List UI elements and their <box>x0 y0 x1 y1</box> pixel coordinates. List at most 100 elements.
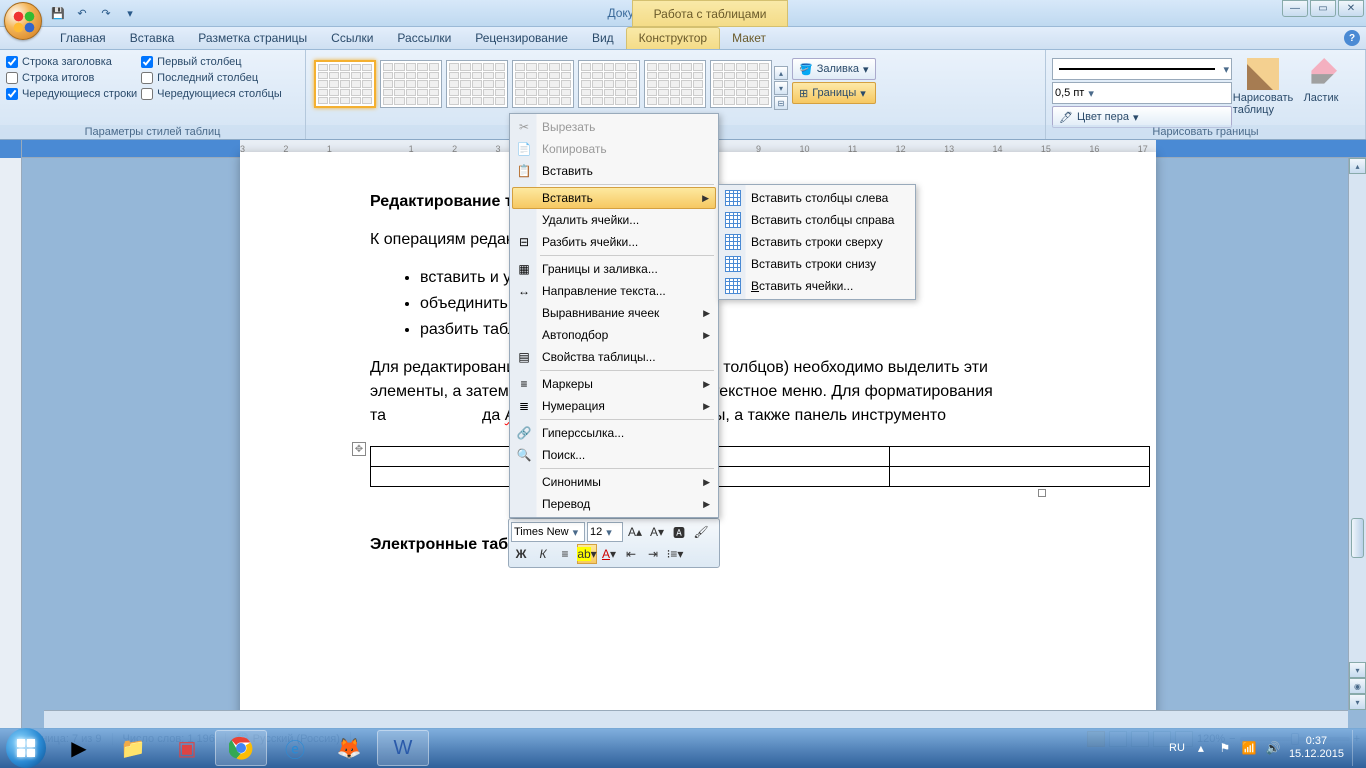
tab-mailings[interactable]: Рассылки <box>385 28 463 49</box>
format-painter-icon[interactable]: 🖌 <box>691 522 711 542</box>
table-style-swatch[interactable] <box>710 60 772 108</box>
ctx-bullets[interactable]: ≡Маркеры▶ <box>512 373 716 395</box>
ctx-numbering[interactable]: ≣Нумерация▶ <box>512 395 716 417</box>
chk-first-col[interactable]: Первый столбец <box>141 56 282 68</box>
tab-home[interactable]: Главная <box>48 28 118 49</box>
line-width-dropdown[interactable]: 0,5 пт <box>1052 82 1232 104</box>
horizontal-scrollbar[interactable] <box>44 710 1348 728</box>
ctx-cut[interactable]: ✂Вырезать <box>512 116 716 138</box>
submenu-rows-below[interactable]: Вставить строки снизу <box>721 253 913 275</box>
table-style-swatch[interactable] <box>446 60 508 108</box>
scroll-down-arrow[interactable]: ▾ <box>1349 662 1366 678</box>
ctx-hyperlink[interactable]: 🔗Гиперссылка... <box>512 422 716 444</box>
grow-font-icon[interactable]: A▴ <box>625 522 645 542</box>
save-icon[interactable]: 💾 <box>48 3 68 23</box>
chk-header-row[interactable]: Строка заголовка <box>6 56 137 68</box>
table-style-swatch[interactable] <box>578 60 640 108</box>
chk-banded-rows[interactable]: Чередующиеся строки <box>6 88 137 100</box>
shading-button[interactable]: 🪣 Заливка ▾ <box>792 58 876 80</box>
tab-insert[interactable]: Вставка <box>118 28 187 49</box>
tray-language[interactable]: RU <box>1169 742 1185 754</box>
submenu-cells[interactable]: Вставить ячейки... <box>721 275 913 297</box>
taskbar-media-player[interactable]: ▶ <box>53 730 105 766</box>
tab-page-layout[interactable]: Разметка страницы <box>186 28 319 49</box>
table-style-swatch[interactable] <box>512 60 574 108</box>
tray-clock[interactable]: 0:3715.12.2015 <box>1289 735 1344 761</box>
chk-last-col[interactable]: Последний столбец <box>141 72 282 84</box>
help-icon[interactable]: ? <box>1344 30 1360 46</box>
ctx-translate[interactable]: Перевод▶ <box>512 493 716 515</box>
table-style-swatch[interactable] <box>644 60 706 108</box>
table-resize-handle[interactable] <box>1038 489 1046 497</box>
scroll-thumb[interactable] <box>1351 518 1364 558</box>
taskbar-explorer[interactable]: 📁 <box>107 730 159 766</box>
taskbar-word[interactable]: W <box>377 730 429 766</box>
tray-network-icon[interactable]: 📶 <box>1241 740 1257 756</box>
tab-view[interactable]: Вид <box>580 28 626 49</box>
font-size-dropdown[interactable]: 12 <box>587 522 623 542</box>
scroll-up-arrow[interactable]: ▴ <box>1349 158 1366 174</box>
center-button[interactable]: ≡ <box>555 544 575 564</box>
document-table[interactable] <box>370 446 1150 487</box>
draw-table-button[interactable]: Нарисовать таблицу <box>1236 52 1290 116</box>
bullets-icon[interactable]: ⁝≡▾ <box>665 544 685 564</box>
gallery-scroll-up[interactable]: ▴ <box>774 66 788 80</box>
ctx-cell-alignment[interactable]: Выравнивание ячеек▶ <box>512 302 716 324</box>
show-desktop-button[interactable] <box>1352 730 1360 766</box>
gallery-more[interactable]: ⊟ <box>774 96 788 110</box>
ctx-autofit[interactable]: Автоподбор▶ <box>512 324 716 346</box>
taskbar-powerpoint[interactable]: ▣ <box>161 730 213 766</box>
submenu-cols-right[interactable]: Вставить столбцы справа <box>721 209 913 231</box>
taskbar-ie[interactable]: ⓔ <box>269 730 321 766</box>
ctx-split-cells[interactable]: ⊟Разбить ячейки... <box>512 231 716 253</box>
eraser-button[interactable]: Ластик <box>1294 52 1348 104</box>
taskbar-firefox[interactable]: 🦊 <box>323 730 375 766</box>
tray-volume-icon[interactable]: 🔊 <box>1265 740 1281 756</box>
ctx-paste[interactable]: 📋Вставить <box>512 160 716 182</box>
table-move-handle[interactable]: ✥ <box>352 442 366 456</box>
table-style-swatch[interactable] <box>314 60 376 108</box>
taskbar-chrome[interactable] <box>215 730 267 766</box>
office-button[interactable] <box>4 2 42 40</box>
decrease-indent-icon[interactable]: ⇤ <box>621 544 641 564</box>
next-page-icon[interactable]: ▾ <box>1349 694 1366 710</box>
borders-button[interactable]: ⊞ Границы ▾ <box>792 82 876 104</box>
ctx-synonyms[interactable]: Синонимы▶ <box>512 471 716 493</box>
table-style-swatch[interactable] <box>380 60 442 108</box>
ctx-table-properties[interactable]: ▤Свойства таблицы... <box>512 346 716 368</box>
redo-icon[interactable]: ↷ <box>96 3 116 23</box>
ctx-lookup[interactable]: 🔍Поиск... <box>512 444 716 466</box>
tray-show-hidden-icon[interactable]: ▴ <box>1193 740 1209 756</box>
tab-layout[interactable]: Макет <box>720 28 778 49</box>
shrink-font-icon[interactable]: A▾ <box>647 522 667 542</box>
gallery-scroll-down[interactable]: ▾ <box>774 81 788 95</box>
chk-banded-cols[interactable]: Чередующиеся столбцы <box>141 88 282 100</box>
table-style-gallery[interactable]: ▴ ▾ ⊟ <box>312 52 788 110</box>
undo-icon[interactable]: ↶ <box>72 3 92 23</box>
font-color-button[interactable]: A▾ <box>599 544 619 564</box>
ctx-insert[interactable]: Вставить▶ <box>512 187 716 209</box>
minimize-button[interactable]: — <box>1282 0 1308 17</box>
ctx-text-direction[interactable]: ↔Направление текста... <box>512 280 716 302</box>
bold-button[interactable]: Ж <box>511 544 531 564</box>
highlight-button[interactable]: ab▾ <box>577 544 597 564</box>
ctx-borders-shading[interactable]: ▦Границы и заливка... <box>512 258 716 280</box>
prev-page-icon[interactable]: ◉ <box>1349 678 1366 694</box>
maximize-button[interactable]: ▭ <box>1310 0 1336 17</box>
ctx-copy[interactable]: 📄Копировать <box>512 138 716 160</box>
close-button[interactable]: ✕ <box>1338 0 1364 17</box>
vertical-ruler[interactable] <box>0 140 22 728</box>
submenu-rows-above[interactable]: Вставить строки сверху <box>721 231 913 253</box>
line-style-dropdown[interactable] <box>1052 58 1232 80</box>
qat-customize-icon[interactable]: ▾ <box>120 3 140 23</box>
tray-flag-icon[interactable]: ⚑ <box>1217 740 1233 756</box>
tab-references[interactable]: Ссылки <box>319 28 385 49</box>
tab-review[interactable]: Рецензирование <box>463 28 580 49</box>
tab-design[interactable]: Конструктор <box>626 27 720 49</box>
start-button[interactable] <box>6 728 46 768</box>
styles-icon[interactable]: 🅰 <box>669 522 689 542</box>
ctx-delete-cells[interactable]: Удалить ячейки... <box>512 209 716 231</box>
submenu-cols-left[interactable]: Вставить столбцы слева <box>721 187 913 209</box>
chk-total-row[interactable]: Строка итогов <box>6 72 137 84</box>
italic-button[interactable]: К <box>533 544 553 564</box>
